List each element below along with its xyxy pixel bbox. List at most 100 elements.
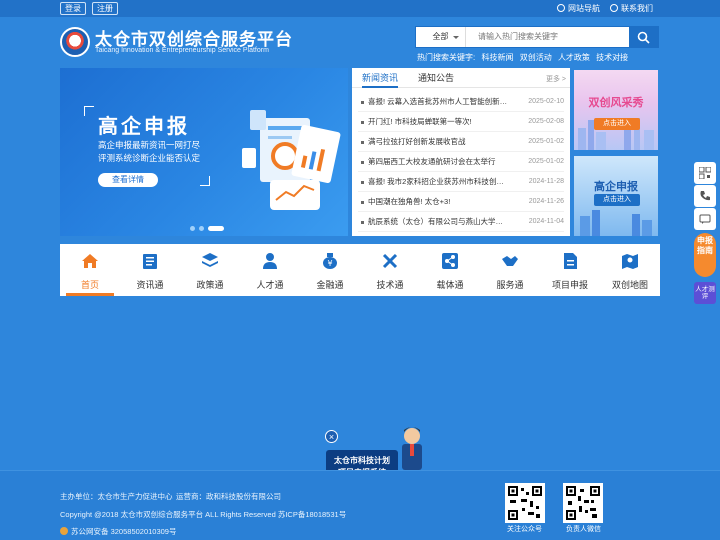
carousel-dot-active[interactable] (208, 226, 224, 231)
hot-keyword[interactable]: 人才政策 (558, 53, 590, 62)
chat-icon (699, 214, 711, 224)
nav-project[interactable]: 项目申报 (540, 244, 600, 296)
hot-keyword[interactable]: 双创活动 (520, 53, 552, 62)
nav-label: 金融通 (316, 280, 344, 290)
share-icon (442, 253, 458, 269)
news-title: 开门红! 市科技局蝉联第一等次! (368, 117, 472, 126)
talent-assessment-button[interactable]: 人才测评 (694, 282, 716, 304)
qr-code-official-account (505, 483, 545, 523)
tools-icon (382, 253, 398, 269)
qr-code-icon (508, 486, 542, 520)
login-button[interactable]: 登录 (60, 2, 86, 15)
qr-code-icon (566, 486, 600, 520)
nav-talent[interactable]: 人才通 (240, 244, 300, 296)
layers-icon (202, 253, 218, 267)
list-item[interactable]: 第四届西工大校友通航研讨会在太举行 2025-01-02 (358, 152, 564, 172)
search-category-select[interactable]: 全部 (416, 27, 466, 47)
site-nav-link[interactable]: 网站导航 (557, 3, 600, 14)
apply-guide-button[interactable]: 申报指南 (694, 233, 716, 277)
nav-carrier[interactable]: 载体通 (420, 244, 480, 296)
nav-label: 服务通 (496, 280, 524, 290)
news-title: 喜报! 云幕入选首批苏州市人工智能创新… (368, 97, 508, 106)
search-icon (637, 31, 650, 44)
news-date: 2024-11-26 (528, 198, 564, 205)
hot-keywords-label: 热门搜索关键字: (417, 53, 476, 62)
floating-ad-line-1: 太仓市科技计划 (334, 456, 390, 465)
nav-label: 双创地图 (611, 280, 648, 290)
ad-showcase-title: 双创风采秀 (588, 97, 644, 109)
search-input[interactable]: 请输入热门搜索关键字 (478, 27, 558, 47)
qr-label-wechat: 负责人微信 (566, 526, 601, 533)
map-icon (622, 254, 638, 269)
chat-button[interactable] (694, 208, 716, 230)
ad-showcase-button[interactable]: 点击进入 (594, 118, 640, 130)
footer-police-record[interactable]: 苏公网安备 32058502010309号 (60, 526, 176, 537)
list-item[interactable]: 喜报! 云幕入选首批苏州市人工智能创新… 2025-02-10 (358, 92, 564, 112)
news-title: 中国潮在独角兽! 太仓+3! (368, 197, 451, 206)
footer-copyright: Copyright @2018 太仓市双创综合服务平台 ALL Rights R… (60, 510, 347, 519)
tab-notice[interactable]: 通知公告 (418, 68, 458, 88)
news-icon (143, 254, 157, 269)
site-nav-label: 网站导航 (568, 4, 600, 13)
list-item[interactable]: 中国潮在独角兽! 太仓+3! 2024-11-26 (358, 192, 564, 212)
news-title: 航辰系统（太仓）有限公司与燕山大学签… (368, 217, 508, 226)
top-bar: 登录 注册 网站导航 联系我们 (0, 0, 720, 17)
nav-policy[interactable]: 政策通 (180, 244, 240, 296)
nav-finance[interactable]: ¥ 金融通 (300, 244, 360, 296)
footer-operator: 运营商：政和科技股份有限公司 (176, 492, 281, 501)
header: 太仓市双创综合服务平台 Taicang Innovation & Entrepr… (0, 17, 720, 67)
ad-hightech-button[interactable]: 点击进入 (594, 194, 640, 206)
more-link[interactable]: 更多 > (546, 74, 566, 84)
footer-police-text: 苏公网安备 32058502010309号 (71, 527, 177, 536)
news-date: 2024-11-04 (528, 218, 564, 225)
nav-map[interactable]: 双创地图 (600, 244, 660, 296)
site-logo[interactable] (60, 27, 90, 57)
banner-detail-button[interactable]: 查看详情 (98, 173, 158, 187)
main-nav: 首页 资讯通 政策通 人才通 ¥ 金融通 技术通 载体通 服务通 项目申报 双创… (60, 244, 660, 296)
tab-news[interactable]: 新闻资讯 (362, 68, 398, 88)
news-title: 满弓拉弦打好创新发展收官战 (368, 137, 466, 146)
hot-keywords: 热门搜索关键字: 科技新闻 双创活动 人才政策 技术对接 (417, 52, 632, 63)
carousel-dot[interactable] (199, 226, 204, 231)
news-panel: 新闻资讯 通知公告 更多 > 喜报! 云幕入选首批苏州市人工智能创新… 2025-… (352, 68, 570, 236)
hot-keyword[interactable]: 技术对接 (596, 53, 628, 62)
search-button[interactable] (629, 26, 659, 48)
contact-label: 联系我们 (621, 4, 653, 13)
report-illustration (242, 110, 341, 210)
nav-label: 人才通 (256, 280, 284, 290)
contact-link[interactable]: 联系我们 (610, 3, 653, 14)
list-item[interactable]: 满弓拉弦打好创新发展收官战 2025-01-02 (358, 132, 564, 152)
list-item[interactable]: 航辰系统（太仓）有限公司与燕山大学签… 2024-11-04 (358, 212, 564, 232)
phone-icon (700, 191, 710, 201)
ad-hightech[interactable]: 高企申报 点击进入 (574, 156, 658, 236)
banner-line-2: 评测系统诊断企业能否认定 (98, 153, 201, 163)
nav-tech[interactable]: 技术通 (360, 244, 420, 296)
nav-news[interactable]: 资讯通 (120, 244, 180, 296)
nav-label: 技术通 (376, 280, 404, 290)
footer-host: 主办单位：太仓市生产力促进中心 (60, 492, 173, 501)
hero-banner[interactable]: 高企申报 高企申报最新资讯一网打尽 评测系统诊断企业能否认定 查看详情 (60, 68, 348, 236)
close-icon[interactable]: × (325, 430, 338, 443)
qr-label-official-account: 关注公众号 (507, 526, 542, 533)
nav-service[interactable]: 服务通 (480, 244, 540, 296)
news-title: 第四届西工大校友通航研讨会在太举行 (368, 157, 496, 166)
carousel-dot[interactable] (190, 226, 195, 231)
news-date: 2025-02-10 (528, 98, 564, 105)
list-item[interactable]: 喜报! 我市2家科招企业获苏州市科技创业… 2024-11-28 (358, 172, 564, 192)
register-button[interactable]: 注册 (92, 2, 118, 15)
svg-text:¥: ¥ (327, 259, 332, 268)
phone-button[interactable] (694, 185, 716, 207)
banner-title: 高企申报 (98, 116, 190, 138)
qr-code-button[interactable] (694, 162, 716, 184)
hot-keyword[interactable]: 科技新闻 (481, 53, 513, 62)
nav-label: 项目申报 (551, 280, 588, 290)
nav-home[interactable]: 首页 (60, 244, 120, 296)
search-box: 全部 请输入热门搜索关键字 (415, 26, 659, 48)
ad-showcase[interactable]: 双创风采秀 点击进入 (574, 70, 658, 150)
list-item[interactable]: 开门红! 市科技局蝉联第一等次! 2025-02-08 (358, 112, 564, 132)
home-icon (82, 254, 98, 268)
qr-code-wechat (563, 483, 603, 523)
news-date: 2025-02-08 (528, 118, 564, 125)
footer: 主办单位：太仓市生产力促进中心 运营商：政和科技股份有限公司 Copyright… (0, 470, 720, 540)
bracket-decoration (200, 176, 210, 186)
